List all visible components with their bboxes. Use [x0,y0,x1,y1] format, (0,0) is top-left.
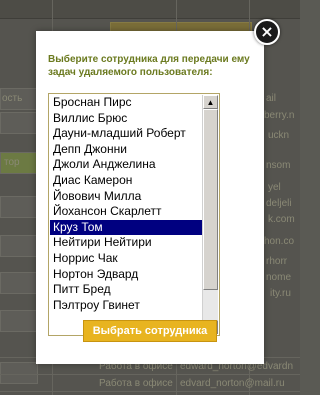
close-icon: × [260,22,274,41]
employee-option[interactable]: Дауни-младший Роберт [50,126,203,142]
employee-option[interactable]: Депп Джонни [50,142,203,158]
background-cell [0,235,38,257]
employee-option[interactable]: Норрис Чак [50,251,203,267]
scroll-up-button[interactable]: ▲ [203,95,218,109]
employee-option[interactable]: Йовович Милла [50,189,203,205]
listbox-scrollbar[interactable]: ▲ ▼ [202,95,218,334]
select-employee-button[interactable]: Выбрать сотрудника [83,320,217,342]
background-email: nsom [266,160,291,171]
background-email: deljeli [266,198,292,209]
employee-listbox[interactable]: Броснан Пирс Виллис Брюс Дауни-младший Роб… [48,93,220,336]
background-cell [0,272,38,294]
background-cell [0,112,38,134]
employee-option[interactable]: Броснан Пирс [50,95,203,111]
employee-list: Броснан Пирс Виллис Брюс Дауни-младший Роб… [50,95,203,313]
background-email: berry.n [264,110,295,121]
employee-option[interactable]: Диас Камерон [50,173,203,189]
background-cell [0,362,38,384]
background-row-line [0,391,300,392]
employee-option[interactable]: Йохансон Скарлетт [50,204,203,220]
background-email: uckn [268,130,290,141]
background-column-header: ость [2,93,23,104]
dialog-prompt: Выберите сотрудника для передачи ему зад… [48,54,250,78]
background-email: edvard_norton@mail.ru [180,378,285,389]
background-status: Работа в офисе [99,378,173,389]
employee-option[interactable]: Нортон Эдвард [50,267,203,283]
employee-option[interactable]: Круз Том [50,219,203,236]
background-cell [0,196,38,218]
background-email: rhorr [266,256,288,267]
background-header-bar [0,0,300,19]
close-dialog-button[interactable]: × [254,19,280,45]
employee-option[interactable]: Питт Бред [50,282,203,298]
background-email: nome [266,272,292,283]
background-label: тор [4,157,20,168]
background-email: ity.ru [270,288,291,299]
arrow-up-icon: ▲ [206,97,215,107]
background-cell [0,310,38,332]
background-email: hon.co [264,236,295,247]
background-email-header: ail [266,93,277,104]
background-row-line [0,374,300,375]
background-email: yel [268,182,281,193]
employee-option[interactable]: Нейтири Нейтири [50,235,203,251]
employee-option[interactable]: Джоли Анджелина [50,157,203,173]
background-email: k.com [268,214,295,225]
employee-option[interactable]: Виллис Брюс [50,111,203,127]
scrollbar-thumb[interactable] [203,109,218,290]
employee-option[interactable]: Пэлтроу Гвинет [50,298,203,314]
